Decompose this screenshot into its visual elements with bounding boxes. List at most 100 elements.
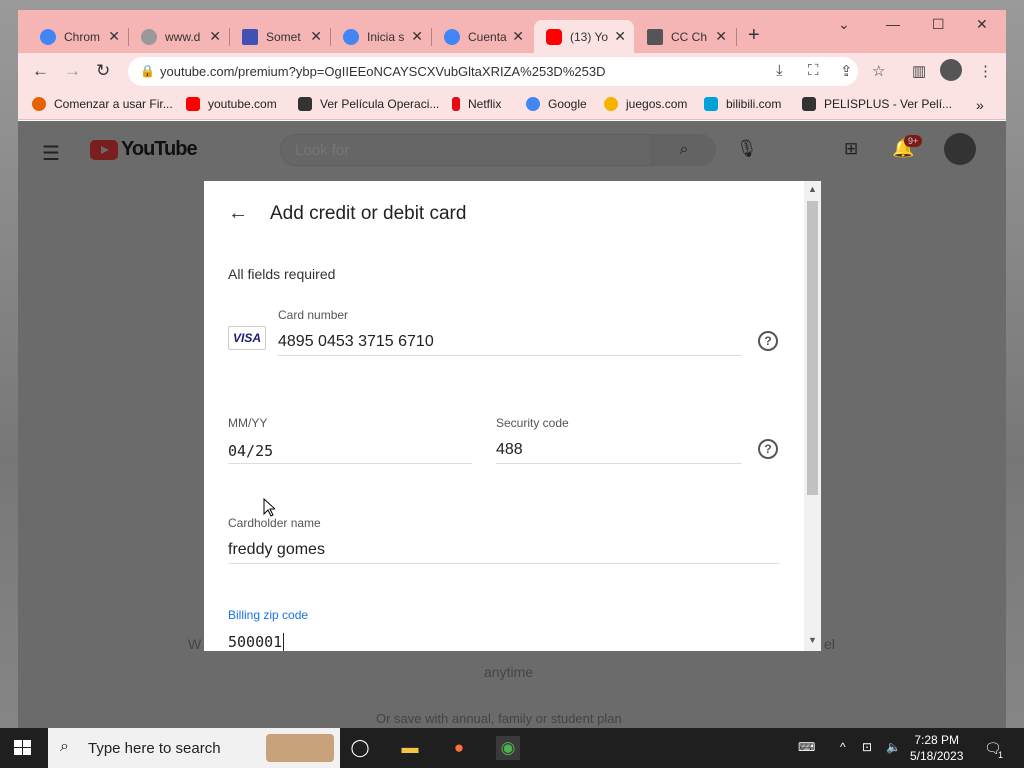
scroll-down-icon[interactable]: ▼: [808, 635, 817, 645]
flask-icon: [242, 28, 258, 45]
close-window-icon[interactable]: ✕: [976, 16, 988, 33]
tab-label: CC Ch: [671, 29, 708, 44]
card-number-label: Card number: [278, 308, 349, 322]
file-explorer-icon[interactable]: ▬: [398, 736, 422, 760]
bookmark-item[interactable]: Netflix: [452, 97, 501, 111]
taskbar-search-placeholder: Type here to search: [88, 740, 221, 757]
tab-4[interactable]: Cuenta ✕: [432, 20, 532, 53]
address-bar[interactable]: 🔒 youtube.com/premium?ybp=OgIIEEoNCAYSCX…: [128, 57, 858, 86]
youtube-search-input[interactable]: [295, 142, 595, 159]
bookmark-star-icon[interactable]: ☆: [872, 62, 885, 80]
youtube-logo[interactable]: YouTube: [90, 138, 198, 161]
search-highlight-image: [266, 734, 334, 762]
taskbar-search[interactable]: ⌕ Type here to search: [48, 728, 340, 768]
cardholder-input[interactable]: freddy gomes: [228, 541, 325, 559]
cardholder-underline: [228, 563, 780, 564]
close-tab-icon[interactable]: ✕: [209, 28, 221, 45]
keyboard-icon[interactable]: ⌨: [798, 740, 815, 754]
expiry-input[interactable]: 04/25: [228, 442, 273, 460]
bookmark-item[interactable]: Comenzar a usar Fir...: [32, 97, 173, 111]
tab-1[interactable]: www.d ✕: [129, 20, 229, 53]
zip-label: Billing zip code: [228, 608, 309, 622]
bookmark-item[interactable]: bilibili.com: [704, 97, 781, 111]
tab-2[interactable]: Somet ✕: [230, 20, 330, 53]
minimize-icon[interactable]: —: [886, 16, 900, 32]
url-text[interactable]: youtube.com/premium?ybp=OgIIEEoNCAYSCXVu…: [160, 64, 605, 79]
tab-label: www.d: [165, 29, 201, 44]
profile-avatar[interactable]: [940, 59, 962, 81]
bookmark-item[interactable]: PELISPLUS - Ver Pelí...: [802, 97, 952, 111]
close-tab-icon[interactable]: ✕: [715, 28, 727, 45]
close-tab-icon[interactable]: ✕: [512, 28, 524, 45]
bookmark-item[interactable]: juegos.com: [604, 97, 687, 111]
tab-label: Chrom: [64, 29, 101, 44]
task-view-icon[interactable]: ◯: [348, 736, 372, 760]
share-icon[interactable]: ⇪: [840, 62, 853, 80]
hamburger-menu-icon[interactable]: ☰: [42, 141, 60, 166]
card-number-help-icon[interactable]: ?: [758, 331, 778, 351]
close-tab-icon[interactable]: ✕: [108, 28, 120, 45]
text-caret: ​: [283, 633, 285, 651]
dialog-scrollbar[interactable]: ▲ ▼: [804, 181, 821, 651]
tab-5[interactable]: (13) Yo ✕: [534, 20, 634, 53]
windows-start-icon[interactable]: [14, 740, 32, 756]
search-icon: ⌕: [60, 738, 69, 755]
scrollbar-thumb[interactable]: [807, 201, 818, 495]
reload-icon[interactable]: ↻: [96, 61, 110, 81]
site-icon: [647, 28, 663, 45]
bookmark-item[interactable]: youtube.com: [186, 97, 277, 111]
toolbar: ← → ↻ 🔒 youtube.com/premium?ybp=OgIIEEoN…: [18, 53, 1006, 90]
new-tab-icon[interactable]: +: [748, 24, 760, 47]
network-icon[interactable]: ⊡: [862, 740, 872, 754]
background-text: el: [824, 636, 835, 652]
volume-muted-icon[interactable]: 🔈: [886, 740, 901, 754]
youtube-search-box[interactable]: [280, 134, 652, 166]
youtube-icon: [546, 28, 562, 45]
expiry-label: MM/YY: [228, 416, 268, 430]
create-video-icon[interactable]: ⊞: [844, 139, 858, 159]
tab-label: Somet: [266, 29, 301, 44]
tab-3[interactable]: Inicia s ✕: [331, 20, 431, 53]
close-tab-icon[interactable]: ✕: [310, 28, 322, 45]
close-tab-icon[interactable]: ✕: [411, 28, 423, 45]
firefox-icon[interactable]: ●: [447, 736, 471, 760]
notification-count: 1: [998, 750, 1004, 760]
background-text: anytime: [484, 664, 534, 680]
chrome-icon[interactable]: ◉: [496, 736, 520, 760]
clock-date: 5/18/2023: [910, 749, 964, 763]
scroll-up-icon[interactable]: ▲: [808, 184, 817, 194]
zip-input[interactable]: 500001​: [228, 633, 285, 651]
taskbar-clock[interactable]: 7:28 PM 5/18/2023: [910, 732, 963, 764]
security-code-label: Security code: [496, 416, 569, 430]
card-number-input[interactable]: 4895 0453 3715 6710: [278, 333, 434, 351]
bookmark-item[interactable]: Ver Película Operaci...: [298, 97, 439, 111]
youtube-logo-text: YouTube: [121, 138, 198, 160]
security-code-input[interactable]: 488: [496, 441, 523, 459]
microphone-icon[interactable]: 🎙: [736, 139, 758, 159]
tab-0[interactable]: Chrom ✕: [28, 20, 128, 53]
back-icon[interactable]: ←: [32, 61, 49, 81]
maximize-icon[interactable]: ☐: [932, 16, 945, 33]
tab-search-icon[interactable]: ⌄: [838, 16, 850, 33]
dialog-title: Add credit or debit card: [270, 202, 467, 224]
security-code-help-icon[interactable]: ?: [758, 439, 778, 459]
search-icon[interactable]: ⌕: [652, 134, 716, 166]
account-avatar[interactable]: [944, 133, 976, 165]
lock-icon[interactable]: 🔒: [140, 64, 155, 78]
card-number-underline: [278, 355, 742, 356]
tab-6[interactable]: CC Ch ✕: [635, 20, 735, 53]
more-bookmarks-icon[interactable]: »: [976, 97, 984, 113]
back-arrow-icon[interactable]: ←: [228, 202, 268, 225]
translate-icon[interactable]: ⛶: [808, 62, 819, 79]
bookmark-item[interactable]: Google: [526, 97, 587, 111]
forward-icon[interactable]: →: [64, 61, 81, 81]
menu-icon[interactable]: ⋮: [978, 62, 993, 80]
google-icon: [444, 28, 460, 45]
install-icon[interactable]: ⤓: [776, 62, 783, 79]
side-panel-icon[interactable]: ▥: [912, 62, 926, 80]
zip-value: 500001: [228, 633, 283, 651]
tray-chevron-icon[interactable]: ^: [840, 740, 846, 754]
background-text: Or save with annual, family or student p…: [376, 711, 622, 726]
required-note: All fields required: [228, 266, 336, 282]
close-tab-icon[interactable]: ✕: [614, 28, 626, 45]
